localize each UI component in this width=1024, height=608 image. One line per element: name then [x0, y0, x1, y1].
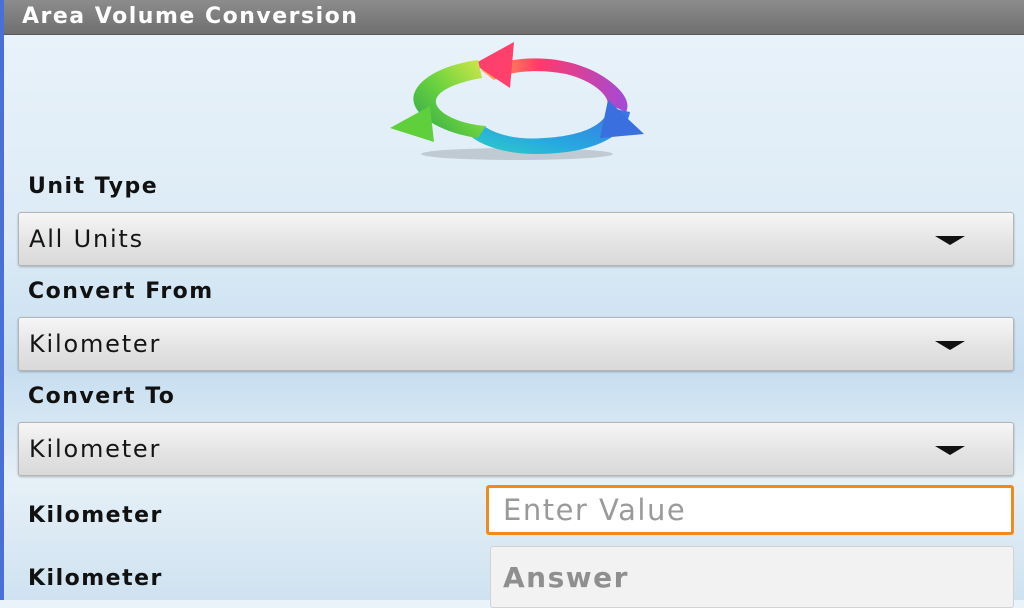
dropdown-arrow-icon — [935, 236, 965, 245]
dropdown-arrow-icon — [935, 341, 965, 350]
unit-type-selected-value: All Units — [29, 225, 144, 253]
convert-from-selected-value: Kilometer — [29, 330, 162, 358]
convert-from-dropdown[interactable]: Kilometer — [18, 317, 1014, 371]
answer-text: Answer — [503, 561, 629, 594]
window-left-edge — [0, 0, 4, 600]
value-input[interactable] — [486, 485, 1014, 535]
convert-from-label: Convert From — [28, 279, 214, 304]
output-unit-label: Kilometer — [28, 566, 163, 591]
app-title: Area Volume Conversion — [22, 4, 359, 29]
convert-to-label: Convert To — [28, 384, 176, 409]
answer-field: Answer — [490, 546, 1014, 608]
input-unit-label: Kilometer — [28, 503, 163, 528]
unit-type-label: Unit Type — [28, 174, 159, 199]
convert-to-selected-value: Kilometer — [29, 435, 162, 463]
unit-type-dropdown[interactable]: All Units — [18, 212, 1014, 266]
convert-to-dropdown[interactable]: Kilometer — [18, 422, 1014, 476]
title-bar: Area Volume Conversion — [4, 0, 1024, 35]
dropdown-arrow-icon — [935, 446, 965, 455]
circular-arrows-refresh-icon — [390, 42, 644, 160]
